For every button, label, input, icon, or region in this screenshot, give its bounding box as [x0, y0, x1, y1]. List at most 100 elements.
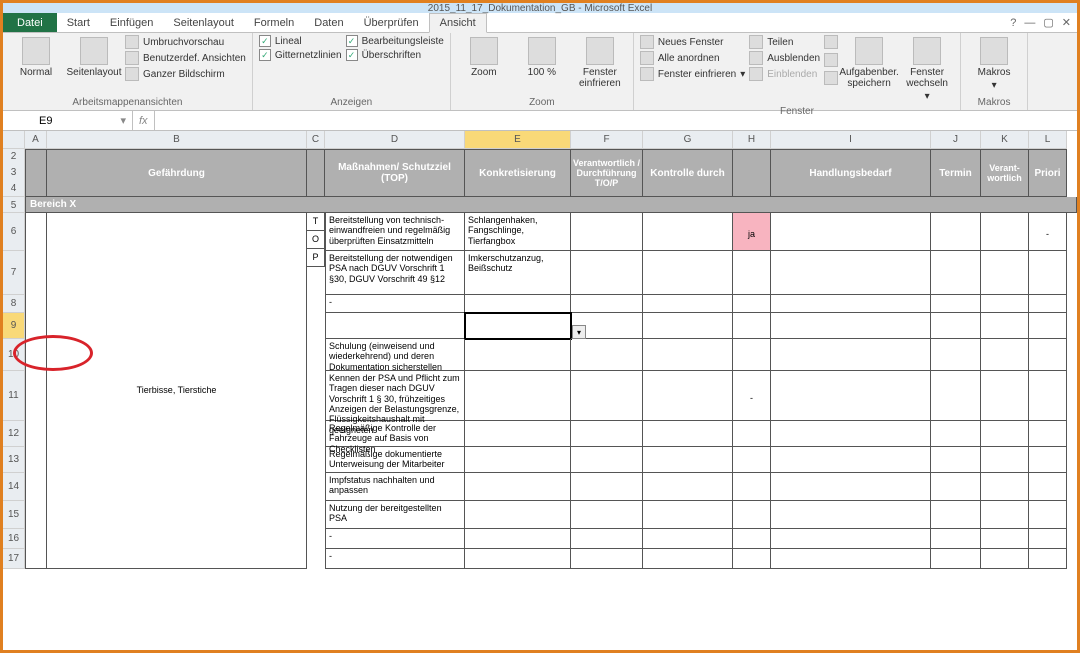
table-cell[interactable]: [465, 549, 571, 569]
table-cell[interactable]: [1029, 295, 1067, 313]
table-cell[interactable]: Impfstatus nachhalten und anpassen: [325, 473, 465, 501]
table-cell[interactable]: T: [307, 213, 325, 231]
table-cell[interactable]: [931, 421, 981, 447]
col-header[interactable]: L: [1029, 131, 1067, 149]
table-cell[interactable]: [733, 421, 771, 447]
table-cell[interactable]: [733, 473, 771, 501]
restore-icon[interactable]: ▢: [1043, 16, 1053, 29]
row-header[interactable]: 10: [3, 339, 25, 371]
table-cell[interactable]: [571, 501, 643, 529]
table-cell[interactable]: [733, 501, 771, 529]
ruler-checkbox[interactable]: Lineal: [259, 35, 342, 47]
table-cell[interactable]: -: [325, 549, 465, 569]
table-cell[interactable]: [733, 295, 771, 313]
table-cell[interactable]: [643, 313, 733, 339]
table-cell[interactable]: [465, 473, 571, 501]
table-cell[interactable]: [771, 549, 931, 569]
table-cell[interactable]: Bereitstellung von technisch-einwandfrei…: [325, 213, 465, 251]
table-cell[interactable]: [643, 421, 733, 447]
table-cell[interactable]: [571, 473, 643, 501]
table-cell[interactable]: [1029, 501, 1067, 529]
table-cell[interactable]: [571, 549, 643, 569]
fullscreen-button[interactable]: Ganzer Bildschirm: [125, 67, 246, 81]
table-cell[interactable]: [643, 549, 733, 569]
table-cell[interactable]: [643, 447, 733, 473]
table-cell[interactable]: [1029, 371, 1067, 421]
custom-views-button[interactable]: Benutzerdef. Ansichten: [125, 51, 246, 65]
sync-scroll-icon[interactable]: [824, 35, 838, 49]
table-cell[interactable]: Tierbisse, Tierstiche: [47, 213, 307, 569]
macros-button[interactable]: Makros ▾: [967, 35, 1021, 93]
col-header[interactable]: H: [733, 131, 771, 149]
table-cell[interactable]: [981, 339, 1029, 371]
zoom-selection-button[interactable]: Fenster einfrieren: [573, 35, 627, 91]
table-cell[interactable]: [981, 213, 1029, 251]
table-cell[interactable]: [981, 371, 1029, 421]
hundred-percent-button[interactable]: 100 %: [515, 35, 569, 80]
table-cell[interactable]: [571, 339, 643, 371]
table-cell[interactable]: [465, 313, 571, 339]
table-cell[interactable]: Regelmäßige dokumentierte Unterweisung d…: [325, 447, 465, 473]
table-cell[interactable]: [771, 313, 931, 339]
table-cell[interactable]: [771, 213, 931, 251]
table-cell[interactable]: [981, 473, 1029, 501]
table-cell[interactable]: [771, 295, 931, 313]
table-cell[interactable]: [643, 371, 733, 421]
table-cell[interactable]: -: [325, 295, 465, 313]
table-cell[interactable]: [643, 339, 733, 371]
table-cell[interactable]: [733, 549, 771, 569]
table-cell[interactable]: [571, 529, 643, 549]
table-cell[interactable]: [643, 501, 733, 529]
table-cell[interactable]: -: [325, 529, 465, 549]
freeze-panes-button[interactable]: Fenster einfrieren ▾: [640, 67, 745, 81]
col-header[interactable]: C: [307, 131, 325, 149]
row-header[interactable]: 6: [3, 213, 25, 251]
table-cell[interactable]: [571, 447, 643, 473]
table-cell[interactable]: [771, 501, 931, 529]
row-header[interactable]: 16: [3, 529, 25, 549]
page-break-button[interactable]: Umbruchvorschau: [125, 35, 246, 49]
table-cell[interactable]: Schulung (einweisend und wiederkehrend) …: [325, 339, 465, 371]
arrange-all-button[interactable]: Alle anordnen: [640, 51, 745, 65]
table-cell[interactable]: [325, 313, 465, 339]
table-cell[interactable]: [571, 295, 643, 313]
file-button[interactable]: Datei: [3, 13, 57, 32]
table-cell[interactable]: [981, 313, 1029, 339]
table-cell[interactable]: P: [307, 249, 325, 267]
gridlines-checkbox[interactable]: Gitternetzlinien: [259, 49, 342, 61]
name-box[interactable]: E9▾: [33, 111, 133, 130]
table-cell[interactable]: [771, 339, 931, 371]
table-cell[interactable]: [1029, 421, 1067, 447]
table-cell[interactable]: [771, 447, 931, 473]
table-cell[interactable]: [931, 371, 981, 421]
hide-button[interactable]: Ausblenden: [749, 51, 820, 65]
tab-einfuegen[interactable]: Einfügen: [100, 13, 163, 32]
new-window-button[interactable]: Neues Fenster: [640, 35, 745, 49]
row-header[interactable]: 13: [3, 447, 25, 473]
table-cell[interactable]: [465, 295, 571, 313]
table-cell[interactable]: [643, 295, 733, 313]
table-cell[interactable]: [981, 251, 1029, 295]
row-header[interactable]: 8: [3, 295, 25, 313]
tab-start[interactable]: Start: [57, 13, 100, 32]
col-header[interactable]: B: [47, 131, 307, 149]
col-header[interactable]: J: [931, 131, 981, 149]
minimize-icon[interactable]: —: [1024, 17, 1035, 29]
headings-checkbox[interactable]: Überschriften: [346, 49, 444, 61]
table-cell[interactable]: [733, 447, 771, 473]
table-cell[interactable]: [931, 529, 981, 549]
table-cell[interactable]: [981, 549, 1029, 569]
table-cell[interactable]: [465, 339, 571, 371]
table-cell[interactable]: Kennen der PSA und Pflicht zum Tragen di…: [325, 371, 465, 421]
table-cell[interactable]: [771, 421, 931, 447]
table-cell[interactable]: [931, 313, 981, 339]
table-cell[interactable]: Nutzung der bereitgestellten PSA: [325, 501, 465, 529]
fx-icon[interactable]: fx: [139, 115, 148, 127]
row-header[interactable]: 15: [3, 501, 25, 529]
table-cell[interactable]: [465, 501, 571, 529]
tab-ueberpruefen[interactable]: Überprüfen: [354, 13, 429, 32]
table-cell[interactable]: [931, 549, 981, 569]
table-cell[interactable]: [733, 313, 771, 339]
table-cell[interactable]: [771, 371, 931, 421]
row-header[interactable]: 234: [3, 149, 25, 197]
